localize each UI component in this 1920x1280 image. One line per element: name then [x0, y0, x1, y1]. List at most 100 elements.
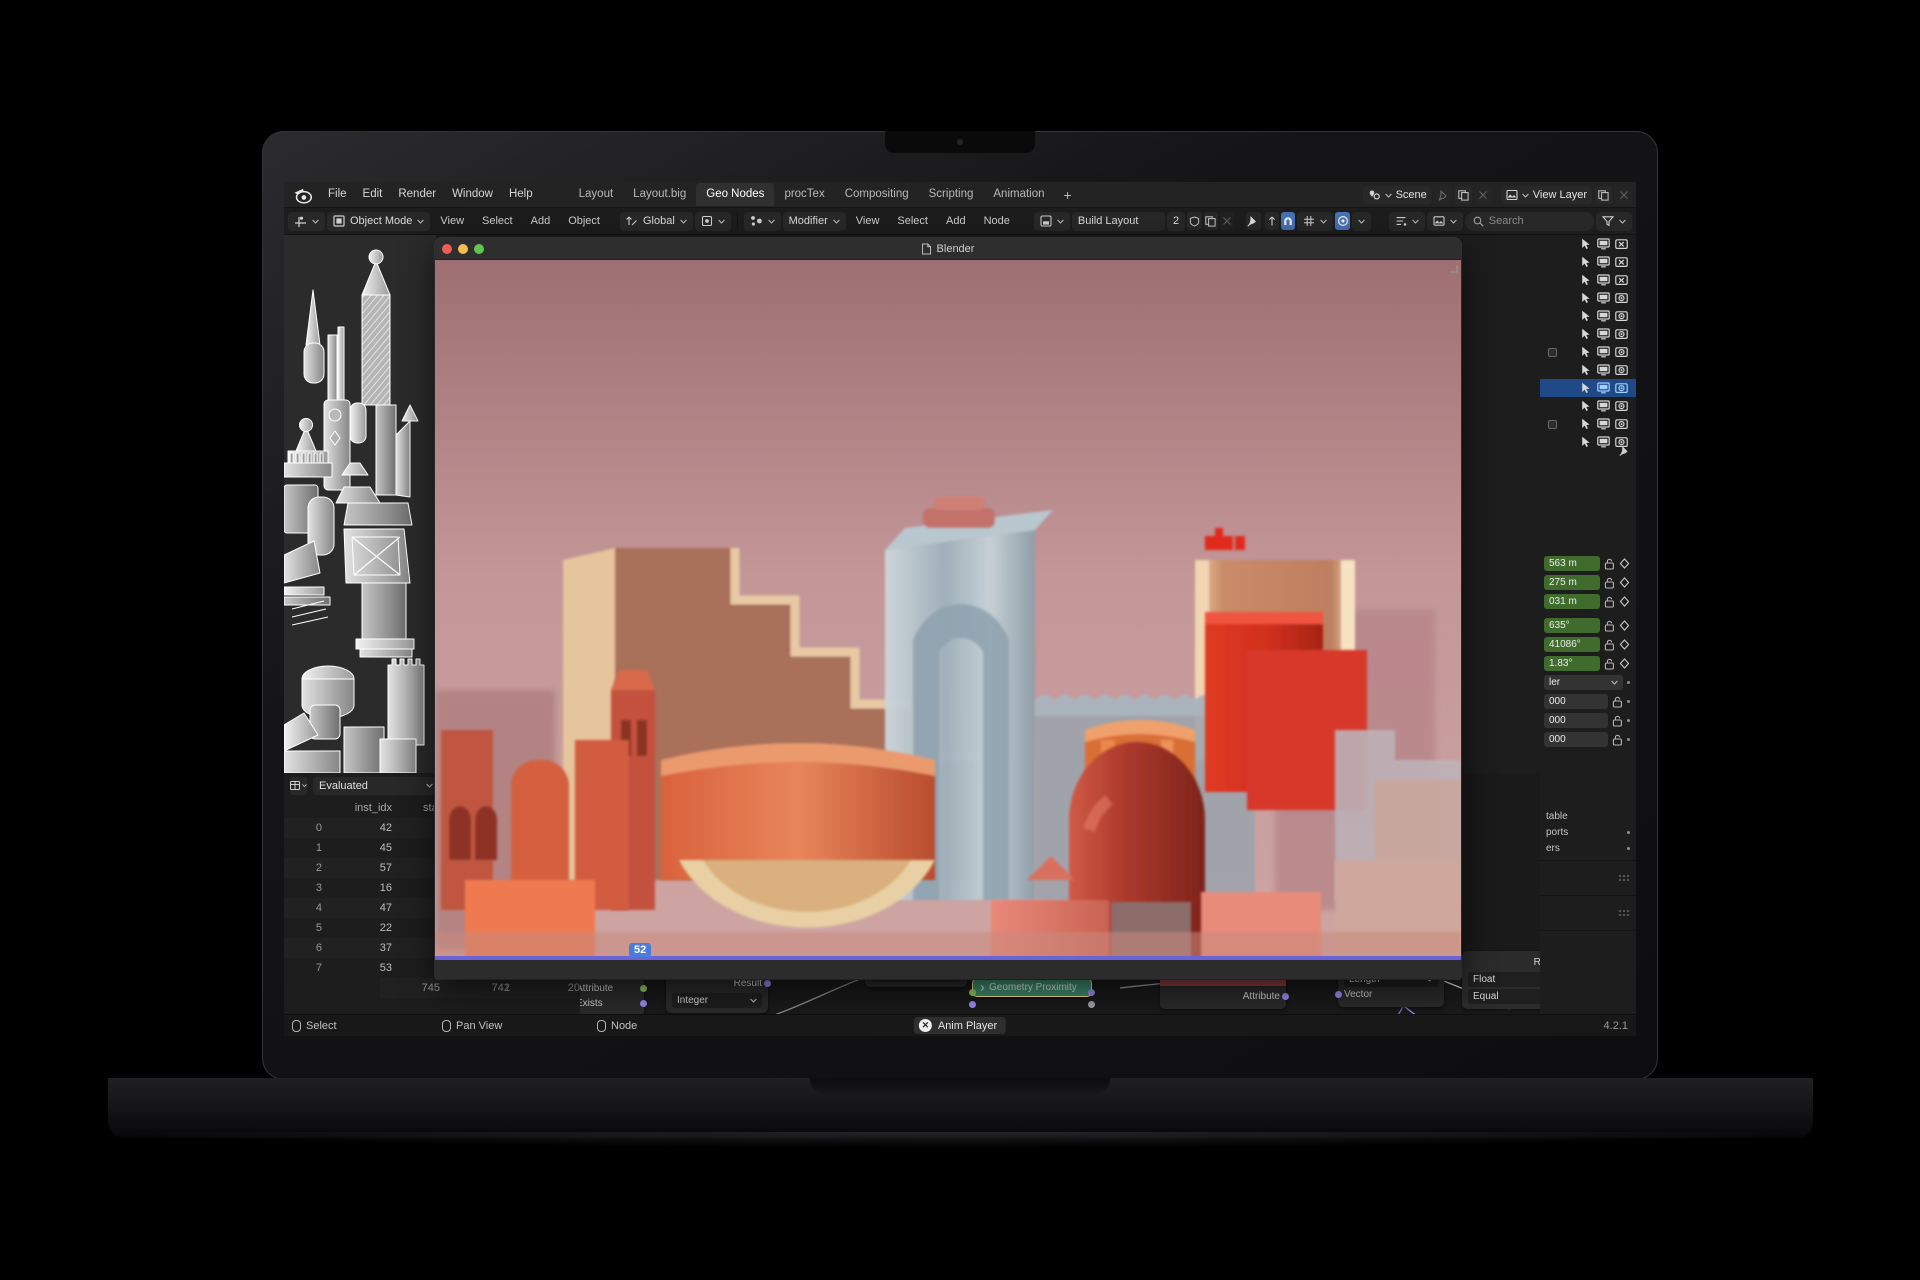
property-value-row[interactable]: 000 — [1540, 693, 1636, 710]
menu-window[interactable]: Window — [444, 185, 501, 204]
render-visibility-selector[interactable] — [1426, 211, 1463, 231]
property-value-field[interactable]: 563 m — [1544, 556, 1600, 571]
restrict-select-icon[interactable] — [1581, 436, 1592, 448]
outliner-editor[interactable] — [1540, 235, 1636, 467]
tab-compositing[interactable]: Compositing — [835, 183, 919, 206]
outliner-row[interactable] — [1540, 235, 1636, 253]
tab-proctex[interactable]: procTex — [774, 183, 834, 206]
socket-green[interactable] — [969, 989, 976, 996]
restrict-render-off-icon[interactable] — [1615, 256, 1628, 268]
pin-node-tree-button[interactable] — [1246, 212, 1261, 230]
property-value-row[interactable]: 275 m — [1540, 574, 1636, 591]
view-layer-copy-button[interactable] — [1595, 186, 1612, 204]
unlock-icon[interactable] — [1604, 558, 1615, 570]
viewport-menu-object[interactable]: Object — [560, 215, 608, 227]
outliner-pin-button[interactable] — [1619, 443, 1630, 461]
resize-corner-icon[interactable] — [1449, 264, 1458, 273]
scene-selector[interactable]: Scene — [1362, 186, 1432, 204]
socket-purple[interactable] — [764, 980, 771, 987]
pivot-point-selector[interactable] — [694, 211, 731, 231]
properties-editor[interactable]: 563 m 275 m 031 m 635° 41086° 1.83° ler 000 00… — [1540, 467, 1636, 1036]
restrict-select-icon[interactable] — [1581, 292, 1592, 304]
restrict-viewport-icon[interactable] — [1597, 418, 1610, 430]
node-datatype-dropdown[interactable]: Integer — [672, 993, 762, 1008]
scene-copy-button[interactable] — [1454, 186, 1472, 204]
socket-purple[interactable] — [1282, 993, 1289, 1000]
node-menu-view[interactable]: View — [848, 215, 888, 227]
restrict-select-icon[interactable] — [1581, 382, 1592, 394]
outliner-checkbox[interactable] — [1548, 419, 1557, 429]
tab-layout-big[interactable]: Layout.big — [623, 183, 696, 206]
property-value-row[interactable]: 41086° — [1540, 636, 1636, 653]
scene-close-button[interactable] — [1474, 186, 1492, 204]
node-geometry-proximity[interactable]: Geometry Proximity — [969, 978, 1095, 1008]
decorate-dot[interactable] — [1627, 830, 1630, 834]
restrict-select-icon[interactable] — [1581, 346, 1592, 358]
restrict-viewport-icon[interactable] — [1597, 328, 1610, 340]
chevron-right-icon[interactable] — [979, 984, 985, 992]
outliner-row[interactable] — [1540, 307, 1636, 325]
unlock-icon[interactable] — [1604, 620, 1615, 632]
outliner-row[interactable] — [1540, 415, 1636, 433]
viewport-menu-add[interactable]: Add — [523, 215, 559, 227]
restrict-viewport-icon[interactable] — [1597, 292, 1610, 304]
spreadsheet-type-button[interactable] — [290, 776, 307, 795]
property-section-label[interactable]: ports — [1540, 824, 1636, 840]
outliner-row[interactable] — [1540, 343, 1636, 361]
keyframe-icon[interactable] — [1619, 577, 1630, 588]
tab-geo-nodes[interactable]: Geo Nodes — [696, 183, 775, 206]
spreadsheet-domain-dropdown[interactable]: Evaluated — [313, 776, 439, 795]
unlock-icon[interactable] — [1612, 734, 1623, 746]
restrict-render-icon[interactable] — [1615, 418, 1628, 430]
restrict-render-icon[interactable] — [1615, 292, 1628, 304]
unlock-icon[interactable] — [1604, 596, 1615, 608]
restrict-viewport-icon[interactable] — [1597, 274, 1610, 286]
filter-menu-button[interactable] — [1596, 211, 1633, 231]
viewport-menu-select[interactable]: Select — [474, 215, 521, 227]
socket-purple[interactable] — [1335, 991, 1342, 998]
property-section-label[interactable]: ers — [1540, 840, 1636, 856]
cancel-icon[interactable]: ✕ — [918, 1019, 932, 1032]
outliner-row[interactable] — [1540, 379, 1636, 397]
property-value-row[interactable]: 1.83° — [1540, 655, 1636, 672]
decorate-dot[interactable] — [1627, 700, 1630, 703]
outliner-row[interactable] — [1540, 289, 1636, 307]
fake-user-button[interactable] — [1187, 212, 1202, 230]
outliner-row[interactable] — [1540, 397, 1636, 415]
view-layer-selector[interactable]: View Layer — [1500, 186, 1592, 204]
property-value-field[interactable]: 000 — [1544, 694, 1608, 709]
restrict-render-icon[interactable] — [1615, 346, 1628, 358]
property-value-row[interactable]: 000 — [1540, 712, 1636, 729]
restrict-render-off-icon[interactable] — [1615, 274, 1628, 286]
proportional-falloff-selector[interactable] — [1351, 211, 1371, 231]
restrict-viewport-icon[interactable] — [1597, 238, 1610, 250]
restrict-viewport-icon[interactable] — [1597, 436, 1610, 448]
outliner-row[interactable] — [1540, 253, 1636, 271]
restrict-viewport-icon[interactable] — [1597, 400, 1610, 412]
property-value-field[interactable]: 635° — [1544, 618, 1600, 633]
restrict-select-icon[interactable] — [1581, 310, 1592, 322]
restrict-select-icon[interactable] — [1581, 400, 1592, 412]
socket-purple[interactable] — [1088, 989, 1095, 996]
unlock-icon[interactable] — [1604, 639, 1615, 651]
outliner-row[interactable] — [1540, 325, 1636, 343]
keyframe-icon[interactable] — [1619, 596, 1630, 607]
socket-purple[interactable] — [640, 1000, 647, 1007]
unlock-icon[interactable] — [1612, 696, 1623, 708]
snap-increment-button[interactable] — [1264, 212, 1280, 230]
decorate-dot[interactable] — [1627, 681, 1630, 684]
node-input-vector[interactable]: Vector — [1335, 987, 1438, 1002]
menu-help[interactable]: Help — [501, 185, 541, 204]
node-menu-node[interactable]: Node — [976, 215, 1018, 227]
proportional-edit-toggle[interactable] — [1335, 212, 1350, 230]
restrict-viewport-icon[interactable] — [1597, 364, 1610, 376]
node-tree-users-button[interactable]: 2 — [1167, 211, 1186, 231]
restrict-render-icon[interactable] — [1615, 328, 1628, 340]
add-workspace-button[interactable]: + — [1055, 185, 1081, 205]
restrict-select-icon[interactable] — [1581, 364, 1592, 376]
unlock-icon[interactable] — [1612, 715, 1623, 727]
menu-file[interactable]: File — [320, 185, 355, 204]
unlock-icon[interactable] — [1604, 658, 1615, 670]
node-tree-name-field[interactable]: Build Layout — [1071, 211, 1166, 231]
viewport-menu-view[interactable]: View — [432, 215, 472, 227]
